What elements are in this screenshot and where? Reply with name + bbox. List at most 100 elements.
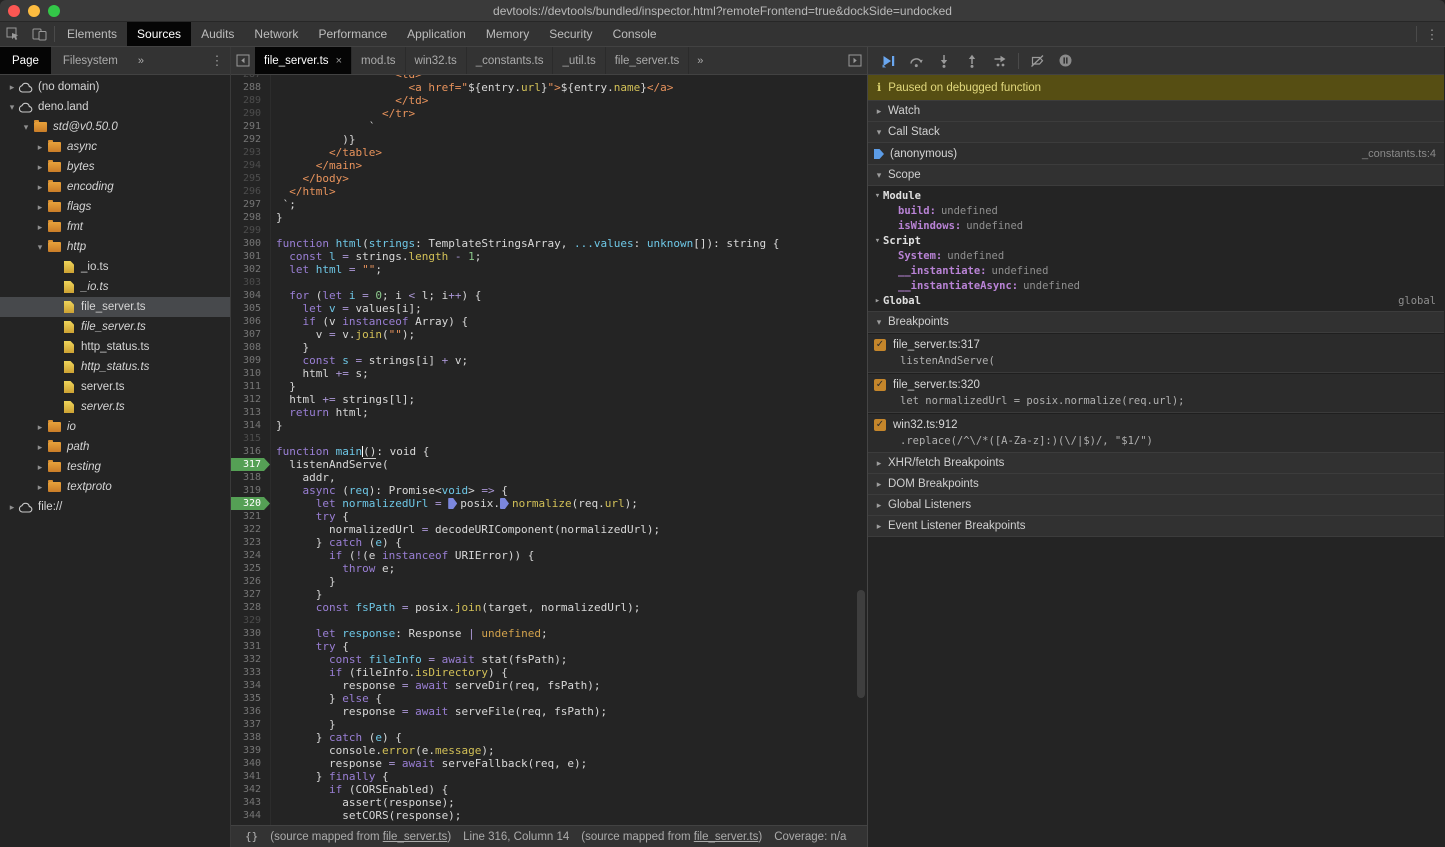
code-line[interactable]: 289 </td> bbox=[231, 94, 867, 107]
tree-item-http_status.ts[interactable]: http_status.ts bbox=[0, 357, 230, 377]
line-number[interactable]: 314 bbox=[231, 419, 270, 432]
step-into-icon[interactable] bbox=[930, 49, 958, 73]
section-header-global-listeners[interactable]: ▸Global Listeners bbox=[868, 494, 1444, 516]
breakpoint-entry[interactable]: ✓file_server.ts:320let normalizedUrl = p… bbox=[868, 373, 1444, 413]
tree-item-file_server.ts[interactable]: file_server.ts bbox=[0, 317, 230, 337]
line-number[interactable]: 341 bbox=[231, 770, 270, 783]
tree-item-bytes[interactable]: ▸bytes bbox=[0, 157, 230, 177]
section-header-scope[interactable]: ▾Scope bbox=[868, 164, 1444, 186]
breakpoint-checkbox[interactable]: ✓ bbox=[874, 419, 886, 431]
section-header-call-stack[interactable]: ▾Call Stack bbox=[868, 121, 1444, 143]
breakpoint-line-number[interactable]: 317 bbox=[231, 458, 270, 471]
main-tab-console[interactable]: Console bbox=[603, 22, 667, 46]
code-line[interactable]: 325 throw e; bbox=[231, 562, 867, 575]
line-number[interactable]: 323 bbox=[231, 536, 270, 549]
tree-item-testing[interactable]: ▸testing bbox=[0, 457, 230, 477]
code-line[interactable]: 303 bbox=[231, 276, 867, 289]
breakpoint-checkbox[interactable]: ✓ bbox=[874, 379, 886, 391]
tree-item-deno.land[interactable]: ▾deno.land bbox=[0, 97, 230, 117]
code-line[interactable]: 302 let html = ""; bbox=[231, 263, 867, 276]
code-line[interactable]: 301 const l = strings.length - 1; bbox=[231, 250, 867, 263]
code-line[interactable]: 331 try { bbox=[231, 640, 867, 653]
section-header-breakpoints[interactable]: ▾Breakpoints bbox=[868, 311, 1444, 333]
line-number[interactable]: 289 bbox=[231, 94, 270, 107]
step-over-icon[interactable] bbox=[902, 49, 930, 73]
line-number[interactable]: 325 bbox=[231, 562, 270, 575]
source-map-link-2[interactable]: file_server.ts bbox=[694, 831, 759, 843]
editor-tab-win32.ts[interactable]: win32.ts bbox=[406, 47, 467, 74]
code-line[interactable]: 296 </html> bbox=[231, 185, 867, 198]
code-line[interactable]: 332 const fileInfo = await stat(fsPath); bbox=[231, 653, 867, 666]
line-number[interactable]: 316 bbox=[231, 445, 270, 458]
navigator-tab-page[interactable]: Page bbox=[0, 47, 51, 74]
code-line[interactable]: 320 let normalizedUrl = posix.normalize(… bbox=[231, 497, 867, 510]
main-tab-application[interactable]: Application bbox=[397, 22, 476, 46]
tree-item-nodomain[interactable]: ▸(no domain) bbox=[0, 77, 230, 97]
line-number[interactable]: 342 bbox=[231, 783, 270, 796]
editor-tab-mod.ts[interactable]: mod.ts bbox=[352, 47, 406, 74]
line-number[interactable]: 301 bbox=[231, 250, 270, 263]
code-line[interactable]: 338 } catch (e) { bbox=[231, 731, 867, 744]
line-number[interactable]: 293 bbox=[231, 146, 270, 159]
code-line[interactable]: 340 response = await serveFallback(req, … bbox=[231, 757, 867, 770]
code-line[interactable]: 308 } bbox=[231, 341, 867, 354]
code-line[interactable]: 304 for (let i = 0; i < l; i++) { bbox=[231, 289, 867, 302]
scope-property[interactable]: __instantiateAsync:undefined bbox=[868, 278, 1444, 293]
scope-group-script[interactable]: ▾Script bbox=[868, 233, 1444, 248]
section-header-dom-breakpoints[interactable]: ▸DOM Breakpoints bbox=[868, 473, 1444, 495]
line-number[interactable]: 335 bbox=[231, 692, 270, 705]
line-number[interactable]: 307 bbox=[231, 328, 270, 341]
line-number[interactable]: 340 bbox=[231, 757, 270, 770]
scope-property[interactable]: System:undefined bbox=[868, 248, 1444, 263]
code-line[interactable]: 329 bbox=[231, 614, 867, 627]
line-number[interactable]: 337 bbox=[231, 718, 270, 731]
code-line[interactable]: 300function html(strings: TemplateString… bbox=[231, 237, 867, 250]
editor-tab-file_server.ts[interactable]: file_server.ts× bbox=[255, 47, 352, 74]
code-line[interactable]: 310 html += s; bbox=[231, 367, 867, 380]
line-number[interactable]: 319 bbox=[231, 484, 270, 497]
tree-item-fmt[interactable]: ▸fmt bbox=[0, 217, 230, 237]
tree-item-path[interactable]: ▸path bbox=[0, 437, 230, 457]
tree-item-http_status.ts[interactable]: http_status.ts bbox=[0, 337, 230, 357]
tree-item-server.ts[interactable]: server.ts bbox=[0, 377, 230, 397]
code-line[interactable]: 337 } bbox=[231, 718, 867, 731]
code-line[interactable]: 319 async (req): Promise<void> => { bbox=[231, 484, 867, 497]
code-line[interactable]: 322 normalizedUrl = decodeURIComponent(n… bbox=[231, 523, 867, 536]
tree-item-server.ts[interactable]: server.ts bbox=[0, 397, 230, 417]
tree-item-_io.ts[interactable]: _io.ts bbox=[0, 257, 230, 277]
code-line[interactable]: 343 assert(response); bbox=[231, 796, 867, 809]
main-tab-performance[interactable]: Performance bbox=[308, 22, 397, 46]
tree-item-file_server.ts[interactable]: file_server.ts bbox=[0, 297, 230, 317]
breakpoint-line-number[interactable]: 320 bbox=[231, 497, 270, 510]
line-number[interactable]: 329 bbox=[231, 614, 270, 627]
code-line[interactable]: 333 if (fileInfo.isDirectory) { bbox=[231, 666, 867, 679]
code-line[interactable]: 334 response = await serveDir(req, fsPat… bbox=[231, 679, 867, 692]
line-number[interactable]: 304 bbox=[231, 289, 270, 302]
line-number[interactable]: 338 bbox=[231, 731, 270, 744]
line-number[interactable]: 311 bbox=[231, 380, 270, 393]
line-number[interactable]: 308 bbox=[231, 341, 270, 354]
line-number[interactable]: 305 bbox=[231, 302, 270, 315]
line-number[interactable]: 294 bbox=[231, 159, 270, 172]
section-header-event-listener-breakpoints[interactable]: ▸Event Listener Breakpoints bbox=[868, 515, 1444, 537]
pause-on-exceptions-icon[interactable] bbox=[1051, 49, 1079, 73]
editor-tab-_util.ts[interactable]: _util.ts bbox=[553, 47, 605, 74]
line-number[interactable]: 313 bbox=[231, 406, 270, 419]
pretty-print-button[interactable]: {} bbox=[239, 830, 264, 843]
scope-group-module[interactable]: ▾Module bbox=[868, 188, 1444, 203]
code-line[interactable]: 317 listenAndServe( bbox=[231, 458, 867, 471]
tree-item-file[interactable]: ▸file:// bbox=[0, 497, 230, 517]
line-number[interactable]: 322 bbox=[231, 523, 270, 536]
toggle-navigator-icon[interactable] bbox=[231, 47, 255, 74]
code-line[interactable]: 316function main(): void { bbox=[231, 445, 867, 458]
line-number[interactable]: 295 bbox=[231, 172, 270, 185]
code-editor[interactable]: 287 <td>288 <a href="${entry.url}">${ent… bbox=[231, 75, 867, 825]
line-number[interactable]: 292 bbox=[231, 133, 270, 146]
scope-property[interactable]: isWindows:undefined bbox=[868, 218, 1444, 233]
main-tab-security[interactable]: Security bbox=[539, 22, 602, 46]
code-line[interactable]: 318 addr, bbox=[231, 471, 867, 484]
tree-item-http[interactable]: ▾http bbox=[0, 237, 230, 257]
code-line[interactable]: 341 } finally { bbox=[231, 770, 867, 783]
line-number[interactable]: 327 bbox=[231, 588, 270, 601]
line-number[interactable]: 336 bbox=[231, 705, 270, 718]
